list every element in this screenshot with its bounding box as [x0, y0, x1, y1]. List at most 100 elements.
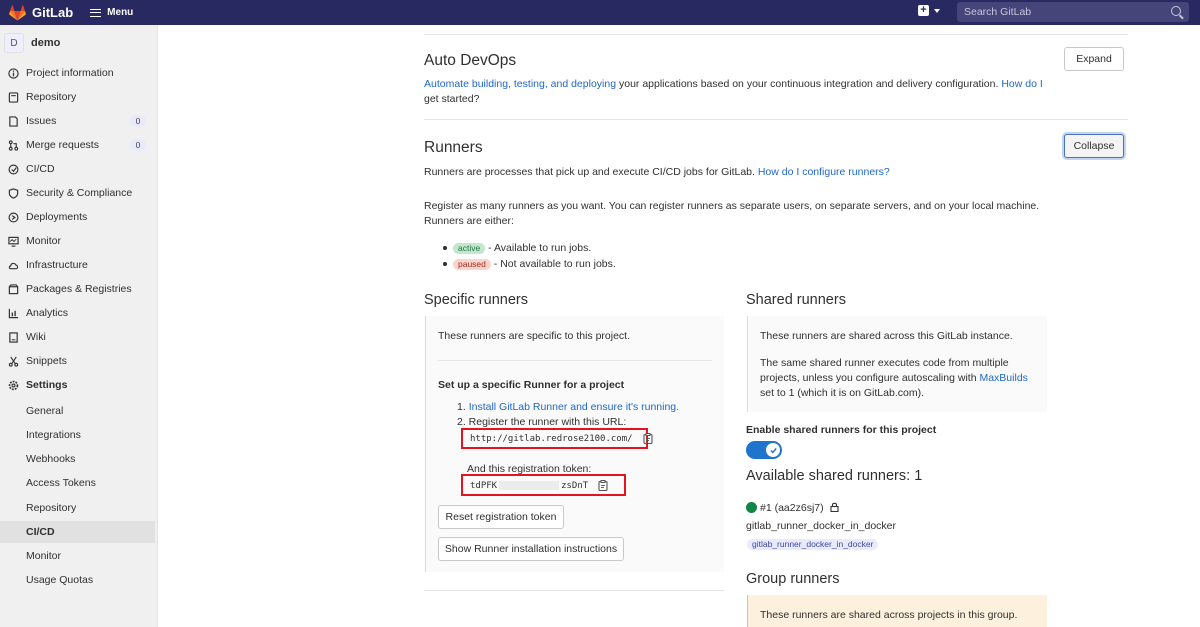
issues-count-badge: 0 — [130, 115, 146, 127]
show-installation-instructions-button[interactable]: Show Runner installation instructions — [438, 537, 624, 561]
top-navbar: GitLab Menu + Search GitLab — [0, 0, 1200, 25]
shared-runners-title: Shared runners — [746, 292, 846, 308]
sidebar-subitem-access-tokens[interactable]: Access Tokens — [0, 472, 155, 494]
active-legend-text: - Available to run jobs. — [485, 242, 592, 254]
gitlab-logo[interactable]: GitLab — [9, 4, 74, 21]
runner-url-row: http://gitlab.redrose2100.com/ — [470, 433, 653, 444]
sidebar-item-repository[interactable]: Repository — [0, 86, 158, 108]
book-icon — [8, 91, 19, 103]
sidebar-item-settings[interactable]: Settings — [0, 374, 158, 396]
sidebar-item-packages[interactable]: Packages & Registries — [0, 278, 158, 300]
hamburger-icon — [90, 8, 102, 17]
menu-button[interactable]: Menu — [90, 7, 133, 18]
gear-icon — [8, 380, 19, 391]
sidebar-subitem-webhooks[interactable]: Webhooks — [0, 448, 155, 470]
maxbuilds-link[interactable]: MaxBuilds — [979, 372, 1027, 384]
copy-icon[interactable] — [598, 480, 608, 491]
sidebar-item-analytics[interactable]: Analytics — [0, 302, 158, 324]
deployments-icon — [8, 212, 19, 223]
sidebar-item-label: Monitor — [26, 235, 62, 247]
sidebar-project-header[interactable]: D demo — [0, 25, 157, 61]
search-placeholder: Search GitLab — [964, 6, 1032, 18]
search-icon — [1171, 6, 1181, 16]
registration-token-row: tdPFK zsDnT — [470, 480, 608, 491]
tanuki-icon — [9, 4, 26, 21]
sidebar-item-label: Snippets — [26, 355, 67, 367]
auto-devops-help-link-cont[interactable]: get started? — [424, 92, 479, 107]
wiki-icon — [8, 331, 19, 343]
sidebar-subitem-monitor[interactable]: Monitor — [0, 545, 155, 567]
brand-name: GitLab — [32, 5, 74, 20]
shield-icon — [8, 187, 19, 199]
shared-runners-desc2-line3: set to 1 (which it is on GitLab.com). — [760, 387, 924, 399]
sidebar-item-snippets[interactable]: Snippets — [0, 350, 158, 372]
sidebar-item-issues[interactable]: Issues 0 — [0, 110, 158, 132]
issues-icon — [8, 115, 19, 127]
setup-runner-title: Set up a specific Runner for a project — [438, 379, 625, 391]
collapse-button[interactable]: Collapse — [1064, 134, 1124, 158]
shared-runners-toggle[interactable] — [746, 441, 782, 459]
copy-icon[interactable] — [643, 433, 653, 444]
cloud-icon — [8, 260, 19, 271]
sidebar-subitem-ci-cd[interactable]: CI/CD — [0, 521, 155, 543]
install-runner-link[interactable]: Install GitLab Runner and ensure it's ru… — [469, 401, 679, 413]
sidebar-item-label: Merge requests — [26, 139, 99, 151]
runners-intro-text: Runners are processes that pick up and e… — [424, 166, 758, 178]
enable-shared-runners-label: Enable shared runners for this project — [746, 424, 937, 436]
shared-desc-text: projects, unless you configure autoscali… — [760, 372, 980, 384]
sidebar-item-ci-cd[interactable]: CI/CD — [0, 158, 158, 180]
shared-runners-desc2-line2: projects, unless you configure autoscali… — [760, 371, 1028, 386]
sidebar-item-label: Infrastructure — [26, 259, 88, 271]
reset-token-button[interactable]: Reset registration token — [438, 505, 564, 529]
bullet — [443, 262, 447, 266]
configure-runners-link[interactable]: How do I configure runners? — [758, 166, 890, 178]
sidebar-item-label: Issues — [26, 115, 57, 127]
sidebar-item-monitor[interactable]: Monitor — [0, 230, 158, 252]
sidebar-item-label: Packages & Registries — [26, 283, 132, 295]
setup-step-1: 1. Install GitLab Runner and ensure it's… — [457, 400, 679, 415]
sidebar-item-wiki[interactable]: Wiki — [0, 326, 158, 348]
sidebar-item-project-information[interactable]: Project information — [0, 62, 158, 84]
divider — [424, 590, 724, 591]
sidebar-subitem-integrations[interactable]: Integrations — [0, 424, 155, 446]
plus-icon: + — [918, 5, 929, 16]
sidebar-item-label: Deployments — [26, 211, 88, 223]
shared-runners-desc2-line1: The same shared runner executes code fro… — [760, 357, 1009, 369]
search-input[interactable]: Search GitLab — [957, 2, 1189, 22]
sidebar-subitem-usage-quotas[interactable]: Usage Quotas — [0, 569, 155, 591]
expand-button[interactable]: Expand — [1064, 47, 1124, 71]
shared-runner-entry: #1 (aa2z6sj7) — [746, 501, 839, 516]
step-number: 1. — [457, 401, 469, 413]
specific-runners-desc: These runners are specific to this proje… — [438, 330, 631, 342]
auto-devops-desc-text: your applications based on your continuo… — [616, 78, 1002, 90]
rocket-icon — [8, 164, 19, 175]
paused-status-badge: paused — [453, 259, 491, 270]
runners-title: Runners — [424, 139, 483, 156]
active-legend: active - Available to run jobs. — [453, 241, 591, 256]
sidebar-item-label: Security & Compliance — [26, 187, 133, 199]
sidebar-item-infrastructure[interactable]: Infrastructure — [0, 254, 158, 276]
sidebar-subitem-general[interactable]: General — [0, 400, 155, 422]
runner-name: gitlab_runner_docker_in_docker — [746, 520, 897, 532]
monitor-icon — [8, 236, 19, 247]
new-dropdown-button[interactable]: + — [918, 5, 940, 16]
sidebar-item-security[interactable]: Security & Compliance — [0, 182, 158, 204]
sidebar-subitem-repository[interactable]: Repository — [0, 497, 155, 519]
auto-devops-help-link[interactable]: How do I — [1001, 78, 1042, 90]
shared-runners-desc: These runners are shared across this Git… — [760, 330, 1013, 342]
token-prefix: tdPFK — [470, 480, 498, 491]
specific-runners-title: Specific runners — [424, 292, 528, 308]
sidebar-item-deployments[interactable]: Deployments — [0, 206, 158, 228]
sidebar-item-merge-requests[interactable]: Merge requests 0 — [0, 134, 158, 156]
sidebar: D demo Project information Repository Is… — [0, 25, 158, 627]
runners-intro: Runners are processes that pick up and e… — [424, 165, 890, 180]
divider — [438, 360, 712, 361]
register-text-line2: Runners are either: — [424, 215, 514, 227]
online-status-icon — [746, 502, 757, 513]
sidebar-item-label: Wiki — [26, 331, 46, 343]
divider — [424, 119, 1128, 120]
auto-devops-link[interactable]: Automate building, testing, and deployin… — [424, 78, 616, 90]
auto-devops-title: Auto DevOps — [424, 52, 517, 69]
bullet — [443, 246, 447, 250]
sidebar-item-label: Project information — [26, 67, 114, 79]
